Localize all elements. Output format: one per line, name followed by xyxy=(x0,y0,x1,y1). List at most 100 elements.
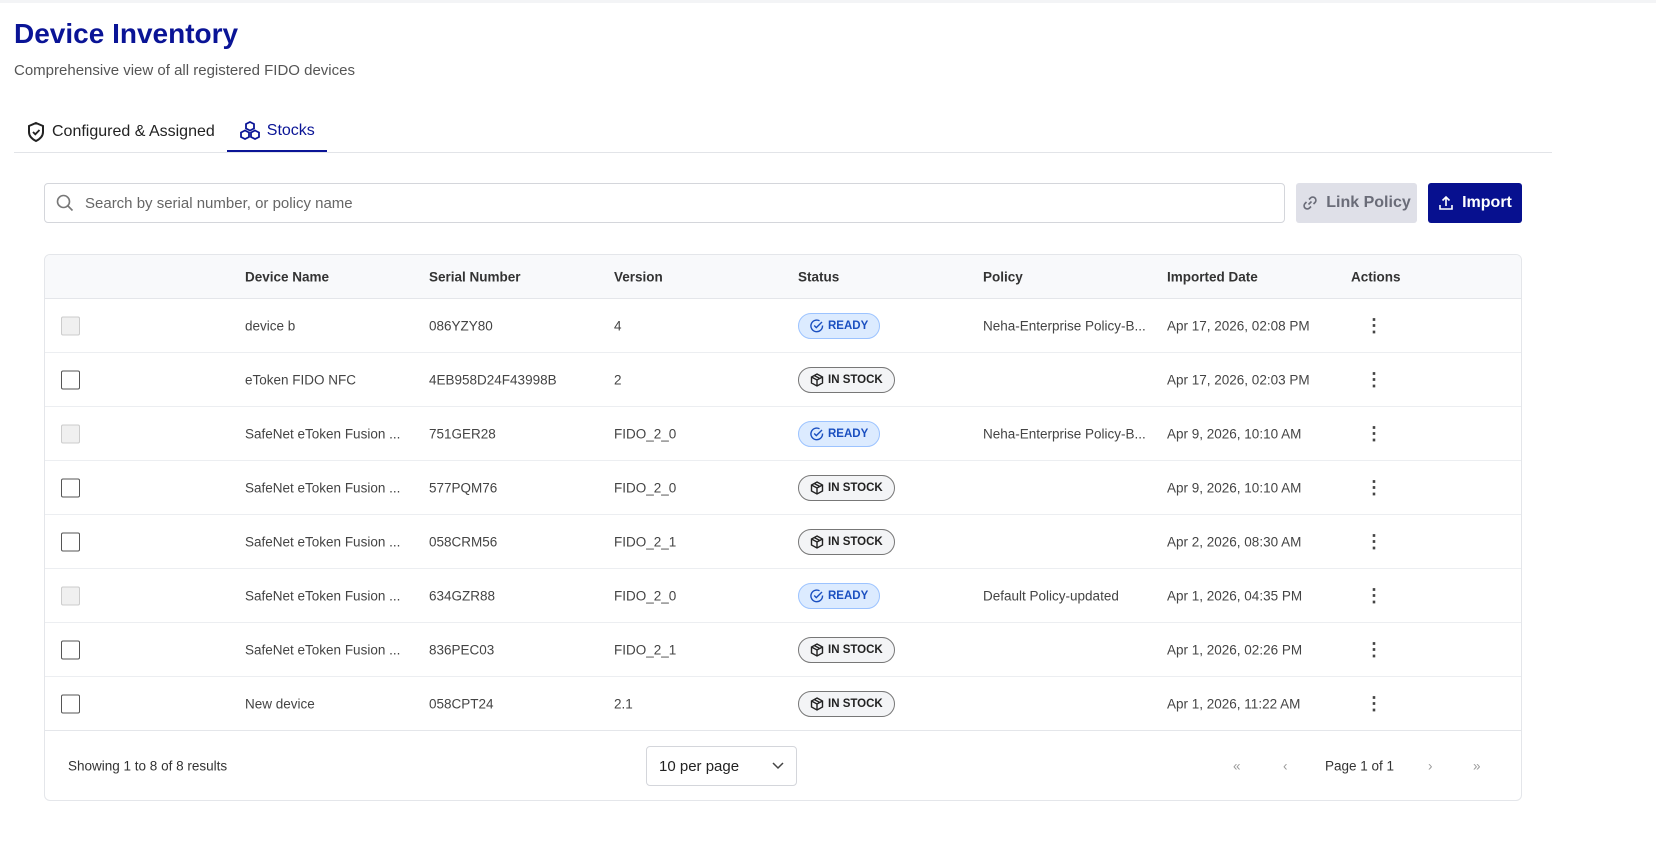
serial-number: 751GER28 xyxy=(429,426,496,441)
row-checkbox xyxy=(61,586,80,605)
serial-number: 4EB958D24F43998B xyxy=(429,372,557,387)
column-imported-date[interactable]: Imported Date xyxy=(1167,269,1258,284)
table-row: device b 086YZY80 4 READY Neha-Enterpris… xyxy=(45,299,1521,353)
status-badge: READY xyxy=(798,582,881,609)
table-row: eToken FIDO NFC 4EB958D24F43998B 2 IN ST… xyxy=(45,353,1521,407)
table-row: SafeNet eToken Fusion ... 634GZR88 FIDO_… xyxy=(45,569,1521,623)
more-actions-icon[interactable]: ⋮ xyxy=(1365,585,1383,606)
device-name: SafeNet eToken Fusion ... xyxy=(245,588,401,603)
status-badge: IN STOCK xyxy=(798,690,895,717)
status-label: IN STOCK xyxy=(828,481,883,494)
table-row: SafeNet eToken Fusion ... 058CRM56 FIDO_… xyxy=(45,515,1521,569)
tab-label: Configured & Assigned xyxy=(52,123,215,140)
status-badge: IN STOCK xyxy=(798,366,895,393)
device-name: SafeNet eToken Fusion ... xyxy=(245,426,401,441)
check-circle-icon xyxy=(810,588,824,602)
page-title: Device Inventory xyxy=(14,18,239,49)
more-actions-icon[interactable]: ⋮ xyxy=(1365,315,1383,336)
status-label: READY xyxy=(828,427,869,440)
imported-date: Apr 1, 2026, 04:35 PM xyxy=(1167,588,1303,603)
device-name: device b xyxy=(245,318,296,333)
package-icon xyxy=(810,642,824,657)
search-icon xyxy=(56,194,74,212)
tab-bar: Configured & Assigned Stocks xyxy=(14,112,1552,153)
table-footer: Showing 1 to 8 of 8 results 10 per page … xyxy=(45,730,1521,800)
status-label: READY xyxy=(828,319,869,332)
device-name: SafeNet eToken Fusion ... xyxy=(245,480,401,495)
table-header: Device Name Serial Number Version Status… xyxy=(45,255,1521,299)
link-policy-label: Link Policy xyxy=(1326,194,1411,211)
table-row: SafeNet eToken Fusion ... 751GER28 FIDO_… xyxy=(45,407,1521,461)
link-policy-button[interactable]: Link Policy xyxy=(1296,183,1417,223)
prev-page-button[interactable]: ‹ xyxy=(1283,759,1288,774)
package-icon xyxy=(810,480,824,495)
policy-name: Neha-Enterprise Policy-B... xyxy=(983,426,1146,441)
row-checkbox xyxy=(61,316,80,335)
check-circle-icon xyxy=(810,318,824,332)
device-name: SafeNet eToken Fusion ... xyxy=(245,534,401,549)
top-border xyxy=(0,0,1656,3)
search-input[interactable] xyxy=(85,194,1284,212)
column-actions: Actions xyxy=(1351,269,1401,284)
next-page-button[interactable]: › xyxy=(1428,759,1433,774)
more-actions-icon[interactable]: ⋮ xyxy=(1365,369,1383,390)
policy-name: Default Policy-updated xyxy=(983,588,1119,603)
row-checkbox[interactable] xyxy=(61,478,80,497)
import-button[interactable]: Import xyxy=(1428,183,1522,223)
imported-date: Apr 17, 2026, 02:03 PM xyxy=(1167,372,1310,387)
tab-stocks[interactable]: Stocks xyxy=(226,112,327,152)
serial-number: 836PEC03 xyxy=(429,642,495,657)
status-badge: READY xyxy=(798,420,881,447)
row-checkbox[interactable] xyxy=(61,532,80,551)
first-page-button[interactable]: « xyxy=(1233,759,1241,774)
imported-date: Apr 9, 2026, 10:10 AM xyxy=(1167,480,1302,495)
device-name: SafeNet eToken Fusion ... xyxy=(245,642,401,657)
more-actions-icon[interactable]: ⋮ xyxy=(1365,531,1383,552)
serial-number: 058CRM56 xyxy=(429,534,498,549)
results-summary: Showing 1 to 8 of 8 results xyxy=(68,758,228,774)
version: 2 xyxy=(614,372,622,387)
policy-name: Neha-Enterprise Policy-B... xyxy=(983,318,1146,333)
column-version[interactable]: Version xyxy=(614,269,663,284)
status-label: IN STOCK xyxy=(828,697,883,710)
version: FIDO_2_0 xyxy=(614,426,677,441)
per-page-value: 10 per page xyxy=(659,757,740,775)
device-table: Device Name Serial Number Version Status… xyxy=(44,254,1522,801)
serial-number: 577PQM76 xyxy=(429,480,498,495)
status-badge: IN STOCK xyxy=(798,474,895,501)
device-name: New device xyxy=(245,696,315,711)
row-checkbox[interactable] xyxy=(61,694,80,713)
status-label: IN STOCK xyxy=(828,643,883,656)
device-name: eToken FIDO NFC xyxy=(245,372,357,387)
row-checkbox[interactable] xyxy=(61,370,80,389)
version: FIDO_2_0 xyxy=(614,588,677,603)
column-policy[interactable]: Policy xyxy=(983,269,1023,284)
column-serial-number[interactable]: Serial Number xyxy=(429,269,521,284)
status-badge: IN STOCK xyxy=(798,636,895,663)
more-actions-icon[interactable]: ⋮ xyxy=(1365,639,1383,660)
check-circle-icon xyxy=(810,426,824,440)
tab-configured-assigned[interactable]: Configured & Assigned xyxy=(14,112,227,152)
column-status[interactable]: Status xyxy=(798,269,839,284)
row-checkbox[interactable] xyxy=(61,640,80,659)
status-label: READY xyxy=(828,589,869,602)
last-page-button[interactable]: » xyxy=(1473,759,1481,774)
per-page-select[interactable]: 10 per page xyxy=(646,746,797,786)
more-actions-icon[interactable]: ⋮ xyxy=(1365,477,1383,498)
table-row: New device 058CPT24 2.1 IN STOCK Apr 1, … xyxy=(45,677,1521,731)
status-label: IN STOCK xyxy=(828,535,883,548)
package-icon xyxy=(810,696,824,711)
chevron-down-icon xyxy=(772,762,784,770)
serial-number: 058CPT24 xyxy=(429,696,494,711)
package-icon xyxy=(810,534,824,549)
page-subtitle: Comprehensive view of all registered FID… xyxy=(14,62,355,79)
package-icon xyxy=(810,372,824,387)
status-badge: READY xyxy=(798,312,881,339)
search-box xyxy=(44,183,1285,223)
more-actions-icon[interactable]: ⋮ xyxy=(1365,693,1383,714)
tab-label: Stocks xyxy=(266,122,315,139)
more-actions-icon[interactable]: ⋮ xyxy=(1365,423,1383,444)
column-device-name[interactable]: Device Name xyxy=(245,269,329,284)
status-badge: IN STOCK xyxy=(798,528,895,555)
version: 4 xyxy=(614,318,622,333)
